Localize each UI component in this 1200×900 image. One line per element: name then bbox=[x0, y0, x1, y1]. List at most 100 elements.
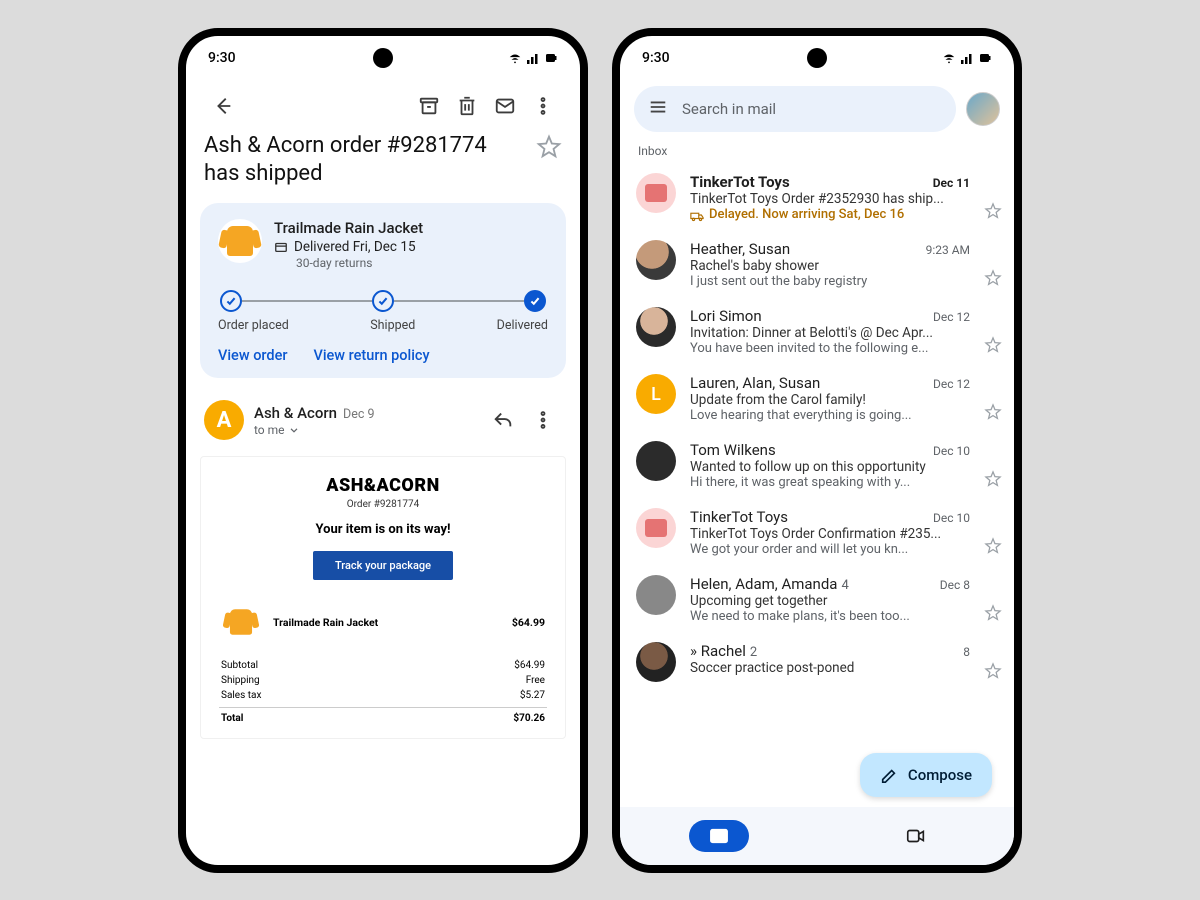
mail-avatar: L bbox=[636, 374, 676, 414]
nav-mail[interactable] bbox=[689, 820, 749, 852]
star-toggle[interactable] bbox=[984, 470, 1002, 488]
menu-icon[interactable] bbox=[648, 97, 668, 121]
sender-date: Dec 9 bbox=[343, 407, 375, 422]
mail-from: » Rachel2 bbox=[690, 642, 955, 660]
summary-label: Sales tax bbox=[221, 690, 261, 701]
mail-item[interactable]: TinkerTot ToysDec 11TinkerTot Toys Order… bbox=[636, 164, 1002, 231]
mail-subject: TinkerTot Toys Order #2352930 has ship..… bbox=[690, 191, 970, 207]
product-thumb bbox=[218, 219, 262, 263]
order-summary: Subtotal$64.99 ShippingFree Sales tax$5.… bbox=[219, 658, 547, 726]
mail-item[interactable]: Helen, Adam, Amanda4Dec 8Upcoming get to… bbox=[636, 566, 1002, 633]
mail-subject: Soccer practice post-poned bbox=[690, 660, 970, 676]
mail-preview: Love hearing that everything is going... bbox=[690, 408, 970, 423]
mail-item[interactable]: Lori Simon Dec 12Invitation: Dinner at Be… bbox=[636, 298, 1002, 365]
mail-subject: Invitation: Dinner at Belotti's @ Dec Ap… bbox=[690, 325, 970, 341]
mail-item[interactable]: LLauren, Alan, SusanDec 12Update from th… bbox=[636, 365, 1002, 432]
mail-date: Dec 8 bbox=[940, 578, 970, 592]
line-item-price: $64.99 bbox=[512, 616, 545, 629]
sender-row[interactable]: A Ash & AcornDec 9 to me bbox=[186, 384, 580, 446]
mail-avatar bbox=[636, 441, 676, 481]
mail-icon bbox=[708, 825, 730, 847]
sender-name: Ash & Acorn bbox=[254, 404, 337, 422]
chevron-down-icon[interactable] bbox=[288, 424, 300, 436]
package-icon bbox=[274, 240, 288, 254]
mail-date: Dec 10 bbox=[933, 444, 970, 458]
mail-date: Dec 11 bbox=[933, 176, 970, 190]
star-toggle[interactable] bbox=[984, 403, 1002, 421]
account-avatar[interactable] bbox=[966, 92, 1000, 126]
section-label: Inbox bbox=[620, 132, 1014, 164]
thread-count: 2 bbox=[750, 645, 757, 660]
message-more-button[interactable] bbox=[524, 401, 562, 439]
view-return-link[interactable]: View return policy bbox=[313, 347, 429, 364]
mail-item[interactable]: Heather, Susan9:23 AMRachel's baby showe… bbox=[636, 231, 1002, 298]
star-toggle[interactable] bbox=[984, 604, 1002, 622]
email-subject: Ash & Acorn order #9281774 has shipped bbox=[204, 132, 526, 187]
compose-button[interactable]: Compose bbox=[860, 753, 992, 797]
delete-button[interactable] bbox=[448, 87, 486, 125]
recipient-label: to me bbox=[254, 423, 285, 437]
mail-preview: We got your order and will let you kn... bbox=[690, 542, 970, 557]
step-label: Shipped bbox=[370, 318, 415, 333]
star-toggle[interactable] bbox=[984, 269, 1002, 287]
mail-subject: Rachel's baby shower bbox=[690, 258, 970, 274]
status-icons bbox=[508, 51, 558, 65]
summary-label: Shipping bbox=[221, 675, 260, 686]
star-toggle[interactable] bbox=[984, 662, 1002, 680]
mail-from: Lori Simon bbox=[690, 307, 925, 325]
mail-preview: Hi there, it was great speaking with y..… bbox=[690, 475, 970, 490]
shipping-card: Trailmade Rain Jacket Delivered Fri, Dec… bbox=[200, 203, 566, 378]
mark-unread-button[interactable] bbox=[486, 87, 524, 125]
return-window: 30-day returns bbox=[296, 256, 548, 270]
mail-from: Heather, Susan bbox=[690, 240, 918, 258]
mail-from: Tom Wilkens bbox=[690, 441, 925, 459]
star-toggle[interactable] bbox=[984, 336, 1002, 354]
video-icon bbox=[905, 825, 927, 847]
mail-list: TinkerTot ToysDec 11TinkerTot Toys Order… bbox=[620, 164, 1014, 691]
mail-item[interactable]: Tom Wilkens Dec 10Wanted to follow up on … bbox=[636, 432, 1002, 499]
mail-date: Dec 12 bbox=[933, 310, 970, 324]
toolbar bbox=[186, 80, 580, 128]
pencil-icon bbox=[880, 766, 898, 784]
status-icons bbox=[942, 51, 992, 65]
order-number: Order #9281774 bbox=[219, 499, 547, 510]
delivery-status: Delivered Fri, Dec 15 bbox=[294, 239, 416, 255]
star-toggle[interactable] bbox=[984, 537, 1002, 555]
mail-avatar bbox=[636, 173, 676, 213]
mail-from: TinkerTot Toys bbox=[690, 508, 925, 526]
reply-button[interactable] bbox=[484, 401, 522, 439]
mail-item[interactable]: TinkerTot Toys Dec 10TinkerTot Toys Order… bbox=[636, 499, 1002, 566]
search-bar[interactable]: Search in mail bbox=[634, 86, 956, 132]
mail-avatar bbox=[636, 508, 676, 548]
nav-meet[interactable] bbox=[886, 820, 946, 852]
mail-item[interactable]: » Rachel2 8Soccer practice post-poned bbox=[636, 633, 1002, 691]
mail-status: Delayed. Now arriving Sat, Dec 16 bbox=[690, 207, 970, 222]
phone-email-detail: 9:30 Ash & Acorn order #9281774 has ship… bbox=[178, 28, 588, 873]
mail-avatar bbox=[636, 240, 676, 280]
camera-cutout bbox=[373, 48, 393, 68]
archive-button[interactable] bbox=[410, 87, 448, 125]
mail-avatar bbox=[636, 642, 676, 682]
summary-value: $5.27 bbox=[520, 690, 545, 701]
track-package-button[interactable]: Track your package bbox=[313, 551, 453, 580]
back-button[interactable] bbox=[204, 87, 242, 125]
mail-avatar bbox=[636, 307, 676, 347]
step-label: Delivered bbox=[497, 318, 548, 333]
email-body: ASH&ACORN Order #9281774 Your item is on… bbox=[200, 456, 566, 739]
shipping-headline: Your item is on its way! bbox=[219, 522, 547, 537]
mail-subject: Wanted to follow up on this opportunity bbox=[690, 459, 970, 475]
total-value: $70.26 bbox=[513, 713, 545, 724]
star-toggle[interactable] bbox=[536, 134, 562, 160]
mail-date: 8 bbox=[963, 645, 970, 659]
mail-from: Helen, Adam, Amanda4 bbox=[690, 575, 932, 593]
status-time: 9:30 bbox=[642, 50, 670, 66]
mail-preview: I just sent out the baby registry bbox=[690, 274, 970, 289]
star-toggle[interactable] bbox=[984, 202, 1002, 220]
view-order-link[interactable]: View order bbox=[218, 347, 287, 364]
more-button[interactable] bbox=[524, 87, 562, 125]
product-name: Trailmade Rain Jacket bbox=[274, 219, 548, 237]
mail-date: Dec 10 bbox=[933, 511, 970, 525]
mail-subject: TinkerTot Toys Order Confirmation #235..… bbox=[690, 526, 970, 542]
bottom-nav bbox=[620, 807, 1014, 865]
brand-logo: ASH&ACORN bbox=[219, 475, 547, 496]
